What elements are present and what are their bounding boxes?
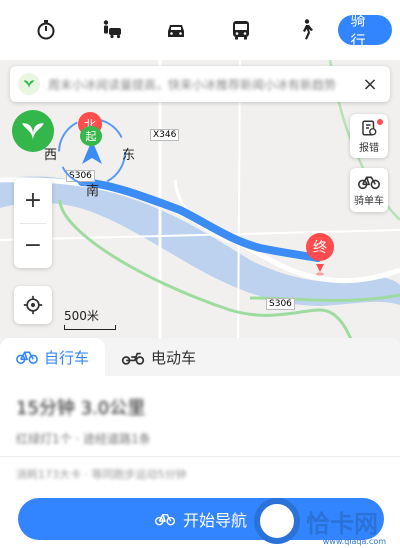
mode-car[interactable] xyxy=(144,12,209,48)
compass[interactable]: 北 起 西 东 南 xyxy=(44,112,135,199)
route-time-distance: 15分钟 3.0公里 xyxy=(16,398,146,419)
vehicle-tabs: 自行车 电动车 xyxy=(0,338,400,376)
watermark-url: www.qiaqa.com xyxy=(322,537,386,546)
taxi-icon xyxy=(104,20,122,39)
timer-icon xyxy=(37,20,55,40)
report-label: 报错 xyxy=(359,142,379,154)
mode-bus[interactable] xyxy=(209,12,274,48)
watermark-text: 恰卡网 xyxy=(306,509,378,538)
tab-bicycle-label: 自行车 xyxy=(44,348,90,367)
end-marker[interactable]: 终 xyxy=(306,233,336,276)
route-calorie-note: 消耗173大卡 · 等同跑步运动5分钟 xyxy=(16,468,187,481)
route-details: 红绿灯1个 · 途经道路1条 xyxy=(16,432,151,446)
end-label: 终 xyxy=(306,233,334,261)
bus-icon xyxy=(233,21,250,40)
bicycle-icon xyxy=(16,351,38,364)
tab-ebike[interactable]: 电动车 xyxy=(105,338,212,376)
bicycle-icon xyxy=(358,176,380,189)
locate-button[interactable] xyxy=(14,286,52,324)
walk-icon xyxy=(303,19,313,40)
panel-divider xyxy=(0,456,400,457)
mode-taxi[interactable] xyxy=(79,12,144,48)
zoom-control: + − xyxy=(14,178,52,268)
scale-label: 500米 xyxy=(64,309,99,323)
start-marker: 起 xyxy=(80,126,102,146)
close-icon[interactable]: × xyxy=(358,74,382,95)
road-label-x346: X346 xyxy=(150,129,180,141)
scale-bar xyxy=(64,325,116,330)
mode-timer[interactable] xyxy=(14,12,79,48)
watermark: 恰卡网 www.qiaqa.com xyxy=(254,496,398,546)
route-summary[interactable]: 15分钟 3.0公里 红绿灯1个 · 途经道路1条 xyxy=(0,376,400,447)
leaf-icon xyxy=(18,73,40,95)
zoom-out-button[interactable]: − xyxy=(14,224,52,269)
mode-walk[interactable] xyxy=(274,12,339,48)
zoom-in-button[interactable]: + xyxy=(14,178,52,223)
report-error-button[interactable]: 报错 xyxy=(350,114,388,158)
pin-tail-icon xyxy=(316,264,324,276)
notification-dot xyxy=(377,119,383,125)
shared-bike-button[interactable]: 骑单车 xyxy=(350,168,388,212)
road-label-s306-east: S306 xyxy=(266,298,295,310)
locate-icon xyxy=(23,295,43,315)
travel-mode-bar: 骑行 xyxy=(0,0,400,60)
notice-text: 周末小冰阅读量提高，快来小冰推荐新闻小冰有新趋势 xyxy=(48,77,337,92)
bicycle-icon xyxy=(154,514,175,526)
compass-south: 南 xyxy=(86,184,100,199)
map-canvas xyxy=(0,60,400,350)
car-icon xyxy=(168,25,185,37)
tab-bicycle[interactable]: 自行车 xyxy=(0,338,106,376)
start-navigation-label: 开始导航 xyxy=(182,511,247,530)
map-scale: 500米 xyxy=(64,307,116,330)
shared-bike-label: 骑单车 xyxy=(354,195,384,207)
report-icon xyxy=(362,120,377,135)
leaf-icon xyxy=(22,123,44,141)
watermark-logo xyxy=(254,498,300,544)
compass-west: 西 xyxy=(44,148,58,163)
mode-cycling-button[interactable]: 骑行 xyxy=(338,11,392,50)
scooter-icon xyxy=(121,352,145,365)
tab-ebike-label: 电动车 xyxy=(151,348,197,367)
map-view[interactable]: S306 X346 S306 xyxy=(0,60,400,350)
notice-banner[interactable]: 周末小冰阅读量提高，快来小冰推荐新闻小冰有新趋势 × xyxy=(10,66,390,102)
compass-east: 东 xyxy=(122,148,136,163)
